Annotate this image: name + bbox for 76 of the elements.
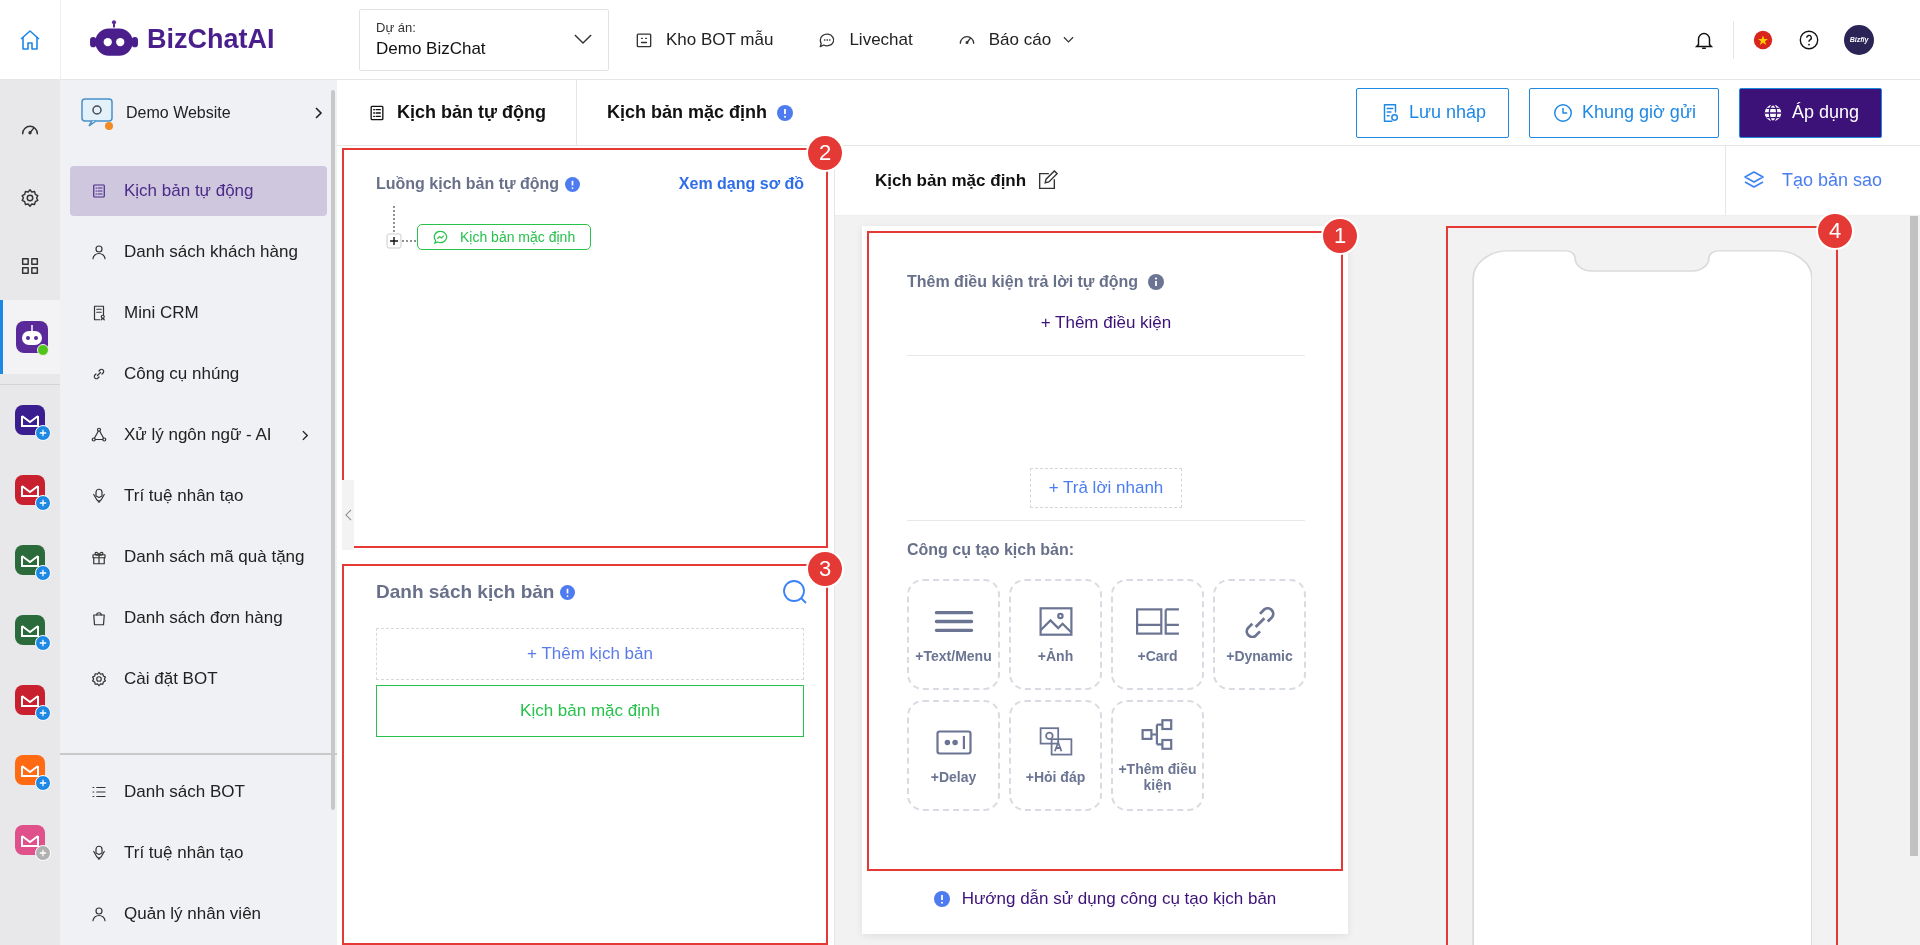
project-select[interactable]: Dự án: Demo BizChat (359, 8, 609, 71)
action-button[interactable]: Lưu nháp (1355, 87, 1509, 138)
panel-title: Danh sách kịch bản (376, 581, 555, 603)
annotation-badge: 4 (1818, 214, 1852, 248)
nav-link[interactable]: Báo cáo (956, 29, 1075, 50)
website-gear-icon (80, 96, 116, 130)
messenger-icon (433, 229, 448, 245)
edit-icon[interactable] (1036, 169, 1059, 192)
sidebar-item[interactable]: Danh sách BOT (70, 767, 327, 817)
tool-button[interactable]: +Dynamic (1213, 579, 1306, 690)
help-icon[interactable] (1798, 28, 1820, 51)
clock-icon (1552, 101, 1574, 124)
chevron-right-icon (315, 107, 323, 119)
collapse-handle[interactable] (342, 480, 354, 550)
sidebar-item[interactable]: Trí tuệ nhân tạo (70, 471, 327, 521)
sidebar-item[interactable]: Danh sách mã quà tặng (70, 532, 327, 582)
app-icon[interactable] (15, 615, 45, 645)
annotation-badge: 2 (808, 136, 842, 170)
card-layout-icon (1135, 605, 1180, 638)
annotation-badge: 1 (1323, 219, 1357, 253)
tool-button[interactable]: +Delay (907, 700, 1000, 811)
add-script-button[interactable]: + Thêm kịch bản (376, 628, 804, 680)
quick-reply-button[interactable]: + Trả lời nhanh (1029, 468, 1183, 508)
app-icon[interactable] (15, 685, 45, 715)
sidebar-item[interactable]: Trí tuệ nhân tạo (70, 828, 327, 878)
sidebar-item[interactable]: Mini CRM (70, 288, 327, 338)
guide-link[interactable]: Hướng dẫn sử dụng công cụ tạo kịch bản (867, 889, 1343, 909)
action-button[interactable]: Áp dụng (1738, 87, 1882, 138)
bot-icon (15, 321, 48, 353)
user-icon (90, 243, 108, 261)
app-icon[interactable] (15, 475, 45, 505)
add-condition-link[interactable]: + Thêm điều kiện (1040, 313, 1172, 333)
chevron-down-icon (574, 34, 592, 45)
sidebar-item[interactable]: Cài đặt BOT (70, 654, 327, 704)
list-icon (90, 182, 108, 200)
breadcrumb-item[interactable]: Kịch bản tự động (337, 80, 578, 145)
brand-name: BizChatAI (147, 24, 275, 55)
nav-link[interactable]: Livechat (817, 29, 913, 50)
tool-button[interactable]: +Thêm điều kiện (1111, 700, 1204, 811)
sidebar-item[interactable]: Danh sách đơn hàng (70, 593, 327, 643)
workspace-switcher[interactable]: Demo Website (60, 80, 337, 146)
bag-icon (90, 609, 108, 627)
tool-button[interactable]: +Text/Menu (907, 579, 1000, 690)
info-icon (933, 891, 950, 907)
section-title: Công cụ tạo kịch bản: (907, 541, 1076, 559)
nav-link[interactable]: Kho BOT mẫu (634, 29, 774, 50)
nodes-icon (90, 426, 108, 444)
app-icon[interactable] (15, 405, 45, 435)
sidebar-item[interactable]: Kịch bản tự động (70, 166, 327, 216)
user-icon (90, 905, 108, 923)
settings-icon (19, 187, 41, 209)
scrollbar[interactable] (331, 90, 335, 810)
tool-button[interactable]: +Ảnh (1009, 579, 1102, 690)
grid-icon (19, 255, 41, 277)
annotation-badge: 3 (808, 552, 842, 586)
sidebar-item[interactable]: Xử lý ngôn ngữ - AI (70, 410, 327, 460)
tree-connector-drawing (385, 206, 417, 250)
info-icon (565, 176, 581, 192)
app-icon[interactable] (15, 545, 45, 575)
tool-button[interactable]: +Hỏi đáp (1009, 700, 1102, 811)
panel-title: Luồng kịch bản tự động (376, 175, 560, 193)
search-icon[interactable] (782, 579, 808, 605)
settings-icon (90, 670, 108, 688)
section-title: Thêm điều kiện trả lời tự động (907, 273, 1138, 291)
info-icon (1148, 274, 1164, 290)
sidebar-item[interactable]: Danh sách khách hàng (70, 227, 327, 277)
flag-icon[interactable] (1752, 28, 1774, 51)
home-icon[interactable] (18, 27, 42, 52)
action-button[interactable]: Khung giờ gửi (1529, 87, 1719, 138)
info-icon (560, 584, 576, 600)
sidebar-item[interactable]: Công cụ nhúng (70, 349, 327, 399)
diagram-view-link[interactable]: Xem dạng sơ đồ (678, 175, 804, 193)
tool-button[interactable]: +Card (1111, 579, 1204, 690)
sidebar-item[interactable]: Quản lý nhân viên (70, 889, 327, 939)
scrollbar[interactable] (1910, 216, 1918, 856)
script-title: Kịch bản mặc định (875, 170, 1027, 191)
